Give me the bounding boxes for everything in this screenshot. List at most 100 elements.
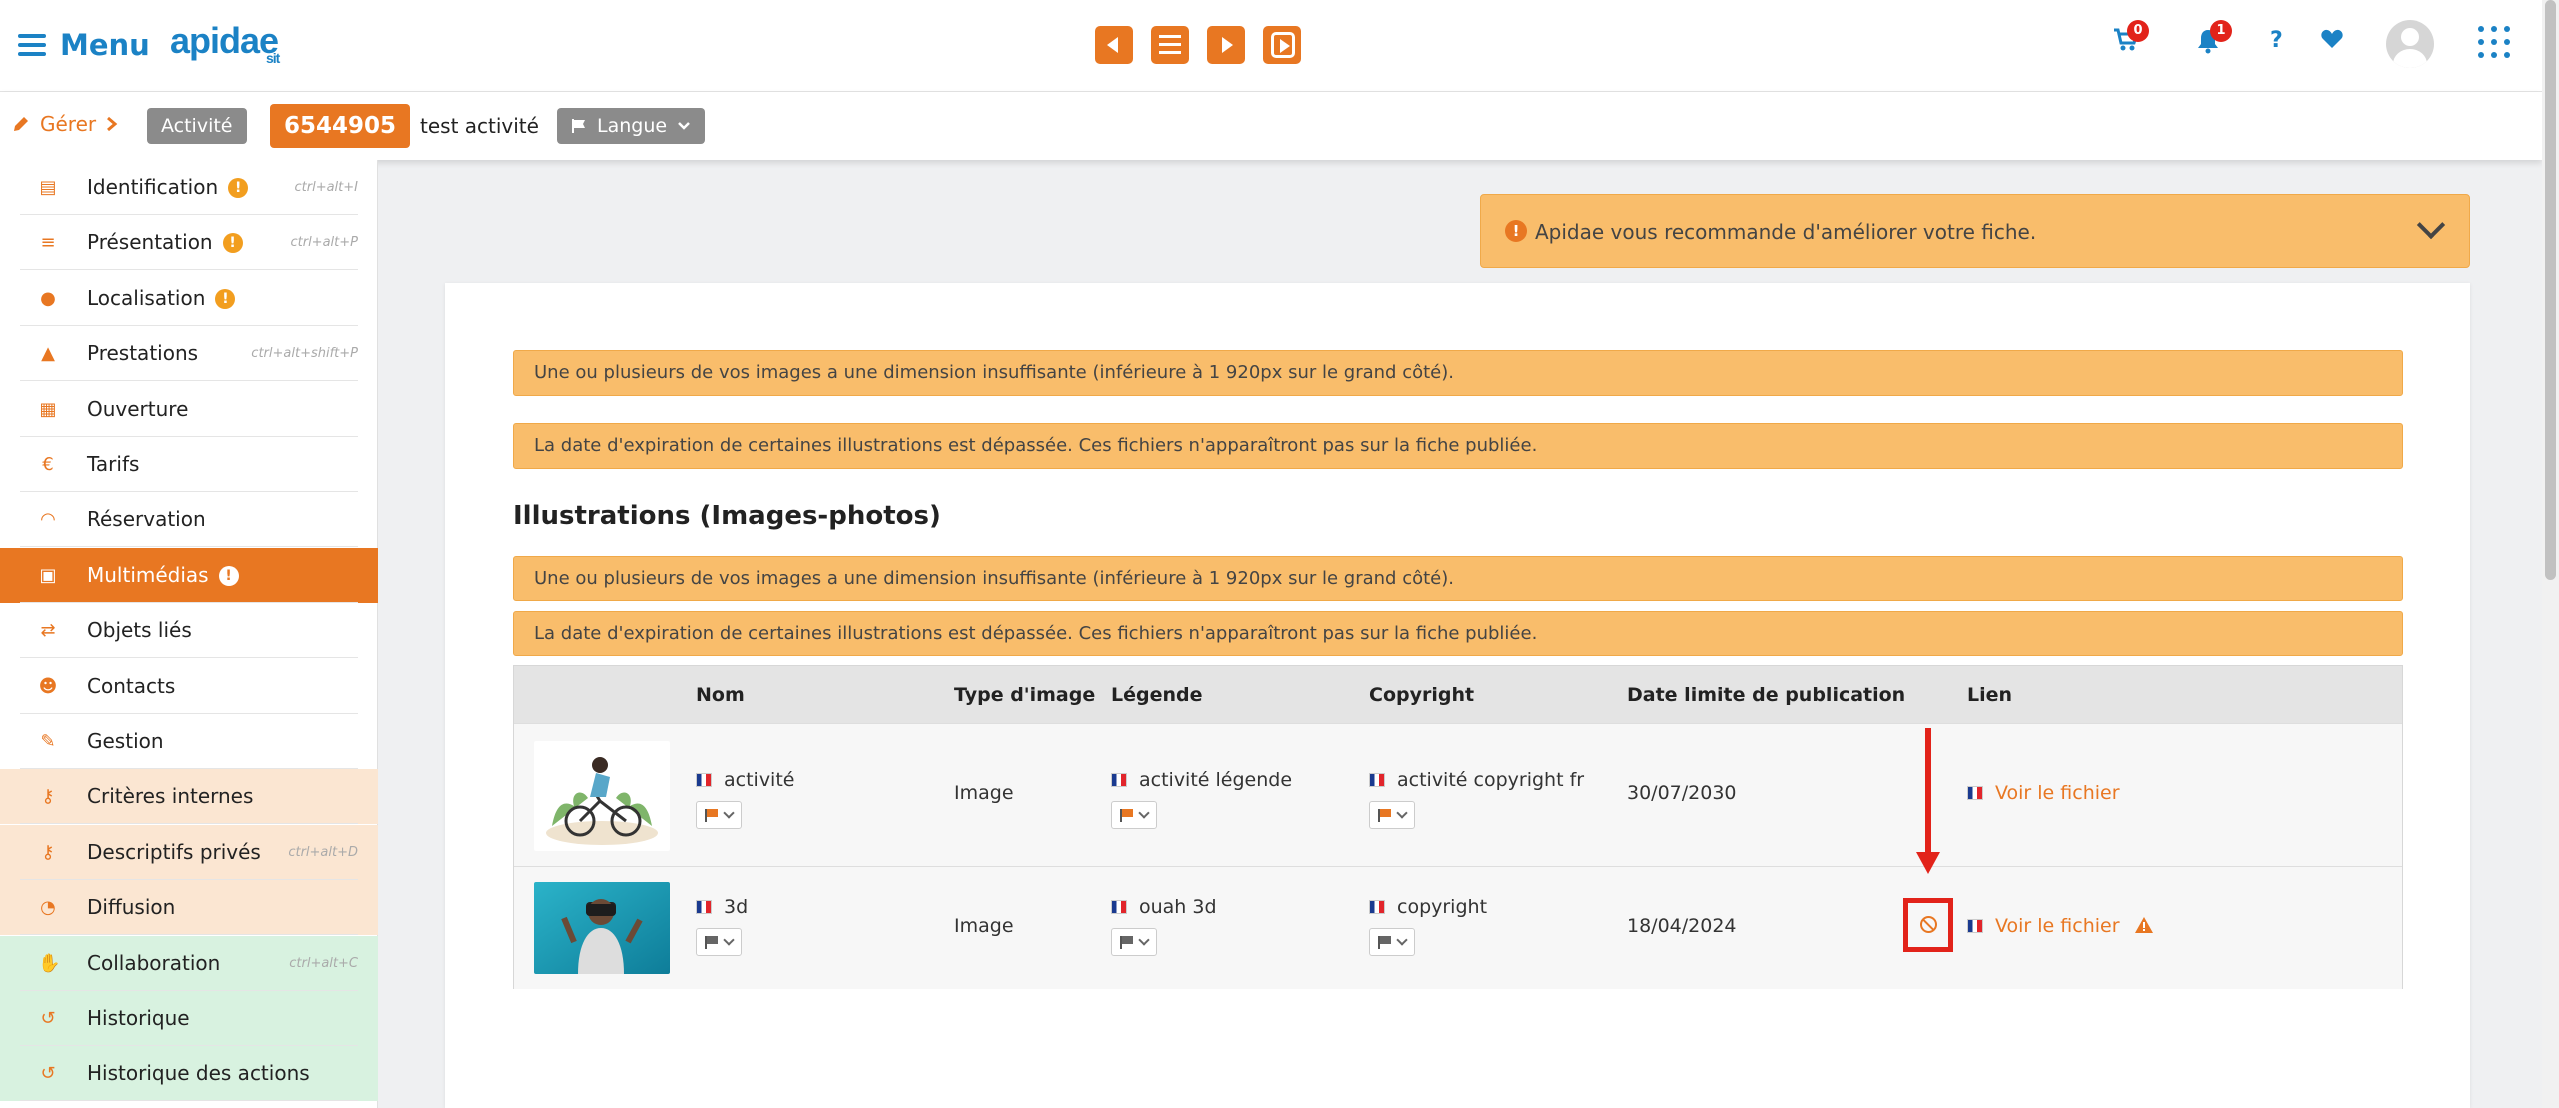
row1-nom: activité (696, 769, 794, 791)
notification-badge: 1 (2210, 20, 2232, 42)
sidebar-item-label: Contacts (87, 673, 176, 698)
keyboard-shortcut: ctrl+alt+I (294, 180, 359, 195)
sidebar-item-localisation[interactable]: ● Localisation! (0, 271, 378, 326)
sidebar-item-label: Historique (87, 1006, 190, 1030)
sidebar-item-label: Prestations (87, 341, 199, 366)
row2-legende: ouah 3d (1111, 896, 1217, 918)
table-row: activité Image activité légende activité… (514, 723, 2402, 866)
user-avatar[interactable] (2386, 20, 2434, 68)
exclamation-icon: ! (1505, 220, 1527, 242)
sidebar-item-criteres-internes[interactable]: ⚷ Critères internes (0, 769, 378, 825)
sidebar-item-tarifs[interactable]: € Tarifs (0, 437, 378, 492)
handshake-icon: ✋ (38, 952, 61, 974)
language-flag-dropdown[interactable] (1369, 801, 1415, 829)
sidebar-item-collaboration[interactable]: ✋ Collaboration ctrl+alt+C (0, 935, 378, 991)
object-id-badge: 6544905 (270, 104, 411, 148)
row2-date: 18/04/2024 (1627, 915, 1737, 937)
list-button[interactable] (1151, 26, 1189, 64)
apps-grid-icon[interactable] (2478, 26, 2510, 58)
list-icon (1159, 35, 1181, 55)
language-flag-dropdown[interactable] (1111, 928, 1157, 956)
history-icon: ↺ (40, 1063, 56, 1085)
flag-fr-icon (1369, 900, 1385, 914)
previous-button[interactable] (1095, 26, 1133, 64)
row2-type: Image (954, 915, 1014, 937)
gerer-breadcrumb[interactable]: Gérer (12, 112, 118, 136)
key-icon: ⚷ (41, 786, 55, 808)
sidebar-item-historique-des-actions[interactable]: ↺ Historique des actions (0, 1046, 378, 1102)
service-bell-icon: ▲ (41, 343, 55, 365)
keyboard-shortcut: ctrl+alt+D (288, 844, 358, 860)
gerer-label: Gérer (40, 112, 97, 136)
sidebar-item-diffusion[interactable]: ◔ Diffusion (0, 880, 378, 936)
col-copyright: Copyright (1369, 684, 1475, 706)
image-thumbnail-3d[interactable] (534, 882, 670, 974)
section-dimension-alert: Une ou plusieurs de vos images a une dim… (513, 556, 2403, 601)
expired-ban-icon[interactable] (1920, 916, 1937, 933)
sidebar-item-text: Identification (87, 175, 219, 199)
table-header: Nom Type d'image Légende Copyright Date … (514, 666, 2402, 723)
chevron-down-icon[interactable] (2416, 210, 2446, 240)
object-type-badge: Activité (147, 108, 247, 144)
notifications-button[interactable]: 1 (2196, 20, 2232, 59)
sidebar-item-ouverture[interactable]: ▦ Ouverture (0, 382, 378, 437)
cart-button[interactable]: 0 (2113, 20, 2149, 57)
pencil-icon (14, 117, 28, 131)
sidebar-item-label: Présentation! (87, 230, 243, 254)
chevron-down-icon (678, 122, 690, 130)
sidebar-item-multimedias[interactable]: ▣ Multimédias! (0, 547, 378, 603)
image-thumbnail-cyclist[interactable] (534, 741, 670, 851)
sidebar-item-prestations[interactable]: ▲ Prestations ctrl+alt+shift+P (0, 326, 378, 382)
sidebar-item-objets-lies[interactable]: ⇄ Objets liés (0, 603, 378, 659)
row2-legende-text: ouah 3d (1139, 896, 1217, 918)
chevron-right-icon (107, 116, 118, 132)
col-nom: Nom (696, 684, 745, 706)
lines-icon: ≡ (40, 232, 56, 254)
col-legende: Légende (1111, 684, 1203, 706)
last-button[interactable] (1263, 26, 1301, 64)
sidebar-item-gestion[interactable]: ✎ Gestion (0, 714, 378, 769)
menu-button[interactable]: Menu (18, 24, 150, 66)
heart-icon (2321, 29, 2343, 48)
col-type-image: Type d'image (954, 684, 1096, 706)
row1-voir-fichier-link[interactable]: Voir le fichier (1967, 782, 2120, 804)
row2-voir-fichier-link[interactable]: Voir le fichier (1967, 915, 2154, 937)
favorites-button[interactable] (2320, 28, 2344, 55)
language-flag-dropdown[interactable] (1111, 801, 1157, 829)
flag-fr-icon (1111, 773, 1127, 787)
sidebar-item-presentation[interactable]: ≡ Présentation! ctrl+alt+P (0, 215, 378, 271)
language-flag-dropdown[interactable] (696, 801, 742, 829)
recommendation-banner[interactable]: ! Apidae vous recommande d'améliorer vot… (1480, 194, 2470, 268)
sidebar-item-reservation[interactable]: ◠ Réservation (0, 492, 378, 548)
sidebar-item-divider (20, 880, 358, 936)
sidebar-item-contacts[interactable]: ☻ Contacts (0, 659, 378, 714)
record-navigation (1095, 26, 1301, 64)
id-card-icon: ▤ (39, 177, 57, 198)
history-icon: ↺ (40, 1008, 56, 1029)
next-button[interactable] (1207, 26, 1245, 64)
illustrations-table: Nom Type d'image Légende Copyright Date … (513, 665, 2403, 989)
object-subheader: Gérer Activité 6544905 test activité Lan… (0, 92, 2542, 160)
sidebar-item-identification[interactable]: ▤ Identification! ctrl+alt+I (0, 160, 378, 215)
expiration-alert: La date d'expiration de certaines illust… (513, 423, 2403, 469)
language-flag-dropdown[interactable] (696, 928, 742, 956)
sidebar-item-descriptifs-prives[interactable]: ⚷ Descriptifs privés ctrl+alt+D (0, 824, 378, 880)
language-flag-dropdown[interactable] (1369, 928, 1415, 956)
scrollbar-thumb[interactable] (2545, 0, 2556, 580)
sidebar-item-label: Gestion (87, 729, 164, 753)
sidebar-item-historique[interactable]: ↺ Historique (0, 991, 378, 1046)
flag-fr-icon (1369, 773, 1385, 787)
row1-legende-text: activité légende (1139, 769, 1293, 791)
table-row: 3d Image ouah 3d copyright 18/04/2024 Vo… (514, 866, 2402, 989)
section-title: Illustrations (Images-photos) (513, 501, 941, 531)
col-lien: Lien (1967, 684, 2013, 706)
flag-fr-icon (696, 900, 712, 914)
help-button[interactable]: ? (2270, 28, 2283, 53)
dimension-alert: Une ou plusieurs de vos images a une dim… (513, 350, 2403, 396)
row1-date: 30/07/2030 (1627, 782, 1737, 804)
page-scrollbar[interactable] (2542, 0, 2559, 1108)
warning-icon: ! (215, 288, 236, 309)
apidae-logo[interactable]: apidae sit (170, 20, 280, 66)
sidebar-item-label: Diffusion (87, 895, 176, 920)
language-dropdown[interactable]: Langue (557, 108, 706, 144)
